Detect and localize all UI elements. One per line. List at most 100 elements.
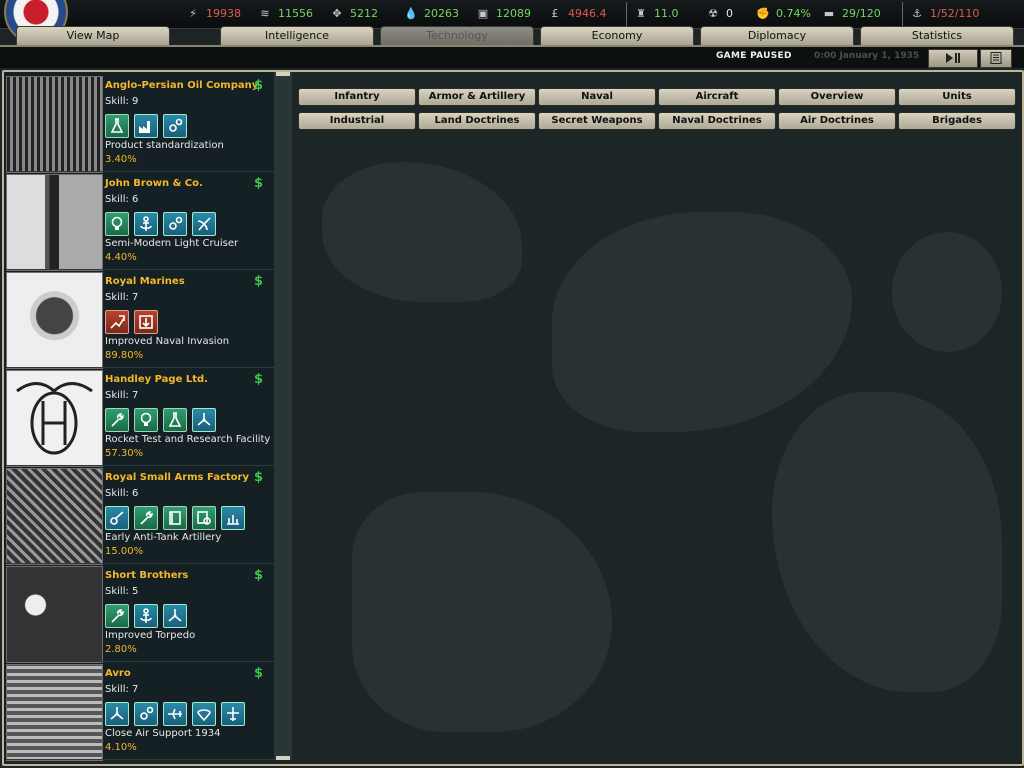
propeller-icon: [163, 604, 187, 628]
wrench-icon: [134, 506, 158, 530]
tab-statistics[interactable]: Statistics: [860, 26, 1014, 46]
resource-value: 0: [726, 7, 733, 20]
tech-tab-industrial[interactable]: Industrial: [298, 112, 416, 130]
research-team[interactable]: Anglo-Persian Oil Company $ Skill: 9 Produc…: [6, 74, 274, 173]
hire-cost-icon[interactable]: $: [254, 666, 263, 681]
resource-value: 12089: [496, 7, 531, 20]
project-progress: 4.10%: [105, 742, 137, 753]
hire-cost-icon[interactable]: $: [254, 78, 263, 93]
background-silhouette: [552, 212, 852, 432]
research-team[interactable]: Short Brothers $ Skill: 5 Improved Torpedo 2…: [6, 564, 274, 663]
scrollbar-top-cap[interactable]: [276, 72, 290, 76]
scrollbar-bottom-cap[interactable]: [276, 756, 290, 760]
current-project: Improved Torpedo: [105, 630, 196, 641]
resource-manpower: ♜ 11.0: [634, 6, 678, 22]
money-icon: £: [551, 7, 559, 20]
book-icon: [163, 506, 187, 530]
tech-tab-land-doctrines[interactable]: Land Doctrines: [418, 112, 536, 130]
resource-transports: ▬ 29/120: [822, 6, 881, 22]
tab-economy[interactable]: Economy: [540, 26, 694, 46]
tech-tab-brigades[interactable]: Brigades: [898, 112, 1016, 130]
hire-cost-icon[interactable]: $: [254, 176, 263, 191]
tab-intelligence[interactable]: Intelligence: [220, 26, 374, 46]
tab-view-map[interactable]: View Map: [16, 26, 170, 46]
resource-value: 4946.4: [568, 7, 607, 20]
team-photo: [6, 370, 103, 467]
project-progress: 15.00%: [105, 546, 144, 557]
resource-value: 19938: [206, 7, 241, 20]
research-team[interactable]: Avro $ Skill: 7 Close Air Support 1934 4.10%: [6, 662, 274, 761]
team-name: Royal Marines: [105, 276, 185, 287]
tab-diplomacy[interactable]: Diplomacy: [700, 26, 854, 46]
manpower-icon: ♜: [636, 7, 646, 20]
lightbulb-icon: [134, 408, 158, 432]
tech-tab-naval-doctrines[interactable]: Naval Doctrines: [658, 112, 776, 130]
team-name: John Brown & Co.: [105, 178, 203, 189]
game-paused-label: GAME PAUSED: [716, 51, 792, 61]
tech-tab-naval[interactable]: Naval: [538, 88, 656, 106]
resource-money: £4946.4: [548, 6, 607, 22]
team-photo: [6, 174, 103, 271]
infantry-icon: [221, 506, 245, 530]
resource-oil: 💧 20263: [404, 6, 459, 22]
resource-dissent: ✊ 0.74%: [756, 6, 811, 22]
project-progress: 89.80%: [105, 350, 144, 361]
gears-icon: [163, 212, 187, 236]
team-name: Royal Small Arms Factory: [105, 472, 249, 483]
resource-value: 29/120: [842, 7, 881, 20]
team-photo: [6, 468, 103, 565]
team-divider: [6, 759, 274, 760]
team-name: Avro: [105, 668, 131, 679]
resource-energy: ⚡ 19938: [186, 6, 241, 22]
team-photo: [6, 566, 103, 663]
hire-cost-icon[interactable]: $: [254, 470, 263, 485]
team-skill: Skill: 7: [105, 292, 139, 303]
gears-icon: [163, 114, 187, 138]
resource-separator: [902, 2, 903, 26]
team-skill: Skill: 6: [105, 194, 139, 205]
tactics-icon: [105, 310, 129, 334]
tech-tab-infantry[interactable]: Infantry: [298, 88, 416, 106]
hire-cost-icon[interactable]: $: [254, 372, 263, 387]
team-list-scrollbar[interactable]: [274, 72, 292, 760]
team-skill: Skill: 7: [105, 684, 139, 695]
lightbulb-icon: [105, 212, 129, 236]
plane-icon: [163, 702, 187, 726]
tech-tree-panel: [292, 72, 1018, 760]
team-name: Short Brothers: [105, 570, 189, 581]
transports-icon: ▬: [823, 7, 835, 20]
fighter-icon: [221, 702, 245, 726]
game-date-time: 0:00 January 1, 1935: [814, 51, 920, 61]
team-photo: [6, 664, 103, 761]
research-team[interactable]: John Brown & Co. $ Skill: 6 Semi-Modern Lig…: [6, 172, 274, 271]
background-silhouette: [772, 392, 1002, 692]
resource-value: 11556: [278, 7, 313, 20]
tech-tab-armor-artillery[interactable]: Armor & Artillery: [418, 88, 536, 106]
tech-tab-overview[interactable]: Overview: [778, 88, 896, 106]
flask-icon: [163, 408, 187, 432]
anchor-icon: [134, 604, 158, 628]
rare-materials-icon: ✥: [332, 7, 342, 20]
tech-tab-aircraft[interactable]: Aircraft: [658, 88, 776, 106]
tech-tab-units[interactable]: Units: [898, 88, 1016, 106]
tech-tab-air-doctrines[interactable]: Air Doctrines: [778, 112, 896, 130]
factory-icon: [134, 114, 158, 138]
research-team[interactable]: Handley Page Ltd. $ Skill: 7 Rocket Test an…: [6, 368, 274, 467]
hire-cost-icon[interactable]: $: [254, 568, 263, 583]
research-team[interactable]: Royal Marines $ Skill: 7 Improved Naval Inv…: [6, 270, 274, 369]
ledger-button[interactable]: [980, 49, 1012, 68]
research-team[interactable]: Royal Small Arms Factory $ Skill: 6 Early A…: [6, 466, 274, 565]
hire-cost-icon[interactable]: $: [254, 274, 263, 289]
resource-metal: ≋ 11556: [258, 6, 313, 22]
metal-icon: ≋: [260, 7, 270, 20]
wrench-icon: [105, 408, 129, 432]
dissent-icon: ✊: [756, 7, 770, 20]
play-pause-button[interactable]: [928, 49, 978, 68]
anchor-icon: [134, 212, 158, 236]
wrench-icon: [105, 604, 129, 628]
resource-value: 1/52/110: [930, 7, 980, 20]
tab-technology[interactable]: Technology: [380, 26, 534, 46]
resource-value: 20263: [424, 7, 459, 20]
naval-landing-icon: [134, 310, 158, 334]
tech-tab-secret-weapons[interactable]: Secret Weapons: [538, 112, 656, 130]
